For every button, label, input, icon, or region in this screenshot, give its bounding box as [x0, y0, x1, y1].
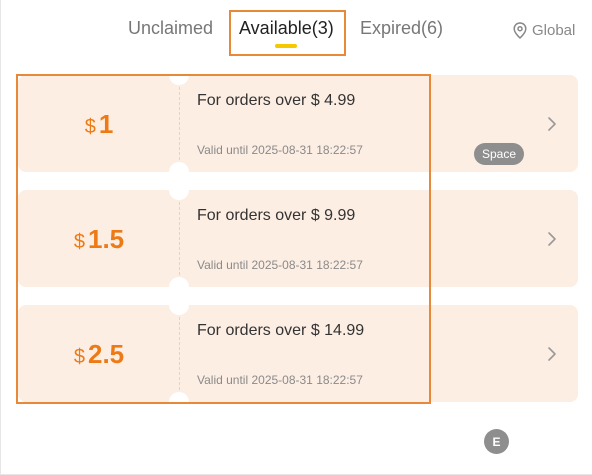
- coupon-currency: $: [73, 231, 85, 253]
- coupon-validity: Valid until 2025-08-31 18:22:57: [197, 373, 363, 387]
- chevron-right-icon[interactable]: [547, 231, 557, 252]
- coupon-condition: For orders over $ 4.99: [197, 92, 356, 109]
- tab-highlight-box: [229, 10, 346, 56]
- coupon-value: 1: [98, 109, 114, 139]
- coupon-notch: [169, 65, 189, 85]
- coupon-validity: Valid until 2025-08-31 18:22:57: [197, 143, 363, 157]
- coupon-value: 2.5: [87, 339, 125, 369]
- coupon-validity: Valid until 2025-08-31 18:22:57: [197, 258, 363, 272]
- coupon-card[interactable]: $ 1.5 For orders over $ 9.99 Valid until…: [18, 180, 578, 297]
- coupon-currency: $: [73, 346, 85, 368]
- coupon-notch: [169, 180, 189, 200]
- location-pin-icon: [513, 22, 527, 39]
- e-key-hint: E: [484, 429, 509, 454]
- coupon-amount: $ 1.5: [18, 190, 180, 287]
- coupon-notch: [169, 295, 189, 315]
- tab-expired[interactable]: Expired(6): [360, 18, 443, 39]
- coupon-notch: [169, 392, 189, 412]
- coupon-divider: [179, 87, 180, 160]
- coupon-amount: $ 1: [18, 75, 180, 172]
- coupon-value: 1.5: [87, 224, 125, 254]
- coupon-currency: $: [84, 116, 96, 138]
- coupon-tabs: Unclaimed Available(3) Expired(6) Global: [1, 0, 592, 60]
- coupon-notch: [169, 277, 189, 297]
- coupon-notch: [169, 162, 189, 182]
- coupon-divider: [179, 317, 180, 390]
- tab-unclaimed[interactable]: Unclaimed: [128, 18, 213, 39]
- coupon-amount: $ 2.5: [18, 305, 180, 402]
- coupon-panel: Unclaimed Available(3) Expired(6) Global…: [0, 0, 592, 475]
- coupon-card[interactable]: $ 2.5 For orders over $ 14.99 Valid unti…: [18, 295, 578, 412]
- region-selector[interactable]: Global: [513, 22, 575, 39]
- space-key-hint: Space: [474, 143, 524, 165]
- active-tab-indicator: [275, 44, 297, 48]
- coupon-divider: [179, 202, 180, 275]
- region-label: Global: [532, 22, 576, 39]
- coupon-condition: For orders over $ 9.99: [197, 207, 356, 224]
- coupon-condition: For orders over $ 14.99: [197, 322, 365, 339]
- chevron-right-icon[interactable]: [547, 346, 557, 367]
- chevron-right-icon[interactable]: [547, 116, 557, 137]
